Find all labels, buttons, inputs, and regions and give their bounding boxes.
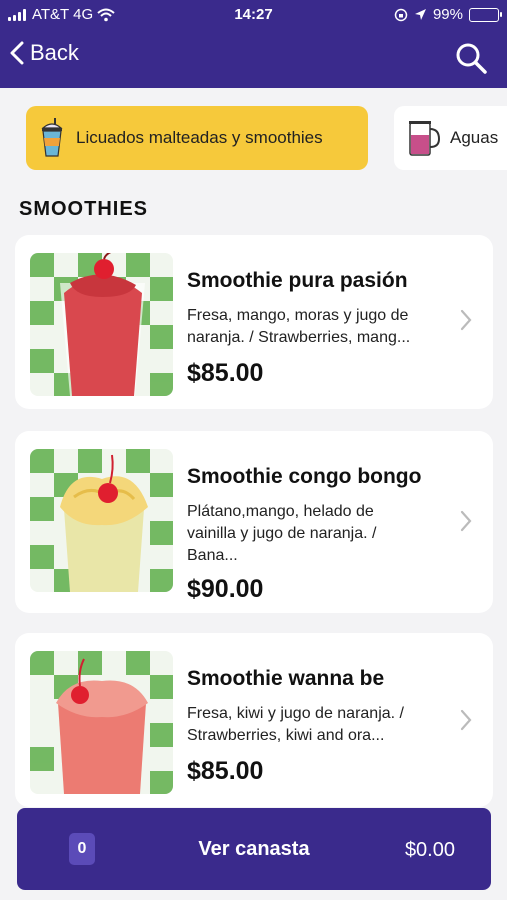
search-icon[interactable] bbox=[453, 40, 489, 76]
chevron-right-icon bbox=[460, 709, 472, 731]
battery-percent: 99% bbox=[432, 6, 463, 23]
product-description-line: vainilla y jugo de naranja. / bbox=[187, 525, 377, 542]
product-description: Fresa, mango, moras y jugo de naranja. /… bbox=[187, 305, 459, 349]
chevron-left-icon bbox=[10, 41, 24, 65]
back-label: Back bbox=[30, 40, 79, 65]
product-image bbox=[30, 253, 173, 396]
section-title: SMOOTHIES bbox=[19, 198, 149, 220]
product-card[interactable]: Smoothie wanna be Fresa, kiwi y jugo de … bbox=[15, 633, 493, 807]
product-description: Fresa, kiwi y jugo de naranja. / Strawbe… bbox=[187, 703, 459, 747]
smoothie-cup-icon bbox=[41, 118, 63, 157]
product-description-line: Plátano,mango, helado de bbox=[187, 503, 374, 520]
product-card[interactable]: Smoothie congo bongo Plátano,mango, hela… bbox=[15, 431, 493, 613]
water-jug-icon bbox=[409, 121, 440, 156]
product-description-line: Strawberries, kiwi and ora... bbox=[187, 727, 385, 744]
status-bar: AT&T 4G 14:27 99% bbox=[0, 0, 507, 30]
nav-bar: Back bbox=[0, 30, 507, 88]
product-price: $85.00 bbox=[187, 757, 264, 785]
rotation-lock-icon bbox=[394, 8, 408, 21]
product-name: Smoothie pura pasión bbox=[187, 269, 408, 292]
product-description: Plátano,mango, helado de vainilla y jugo… bbox=[187, 501, 459, 567]
category-label: Aguas bbox=[450, 128, 499, 147]
battery-icon bbox=[469, 7, 502, 22]
view-cart-button[interactable]: 0 Ver canasta $0.00 bbox=[17, 808, 491, 890]
cart-total: $0.00 bbox=[404, 839, 455, 861]
category-strip: Licuados malteadas y smoothies Aguas bbox=[0, 88, 507, 188]
location-arrow-icon bbox=[414, 9, 426, 20]
chevron-right-icon bbox=[460, 309, 472, 331]
product-card[interactable]: Smoothie pura pasión Fresa, mango, moras… bbox=[15, 235, 493, 409]
product-description-line: Fresa, kiwi y jugo de naranja. / bbox=[187, 705, 404, 722]
product-name: Smoothie wanna be bbox=[187, 667, 385, 690]
category-licuados[interactable]: Licuados malteadas y smoothies bbox=[26, 106, 368, 170]
category-label: Licuados malteadas y smoothies bbox=[76, 128, 323, 147]
product-description-line: Fresa, mango, moras y jugo de bbox=[187, 307, 409, 324]
back-button[interactable]: Back bbox=[10, 40, 79, 66]
product-price: $85.00 bbox=[187, 359, 264, 387]
product-description-line: Bana... bbox=[187, 547, 238, 564]
category-aguas[interactable]: Aguas bbox=[394, 106, 507, 170]
product-name: Smoothie congo bongo bbox=[187, 465, 422, 488]
product-image bbox=[30, 651, 173, 794]
product-price: $90.00 bbox=[187, 575, 264, 603]
chevron-right-icon bbox=[460, 510, 472, 532]
product-image bbox=[30, 449, 173, 592]
product-description-line: naranja. / Strawberries, mang... bbox=[187, 329, 411, 346]
